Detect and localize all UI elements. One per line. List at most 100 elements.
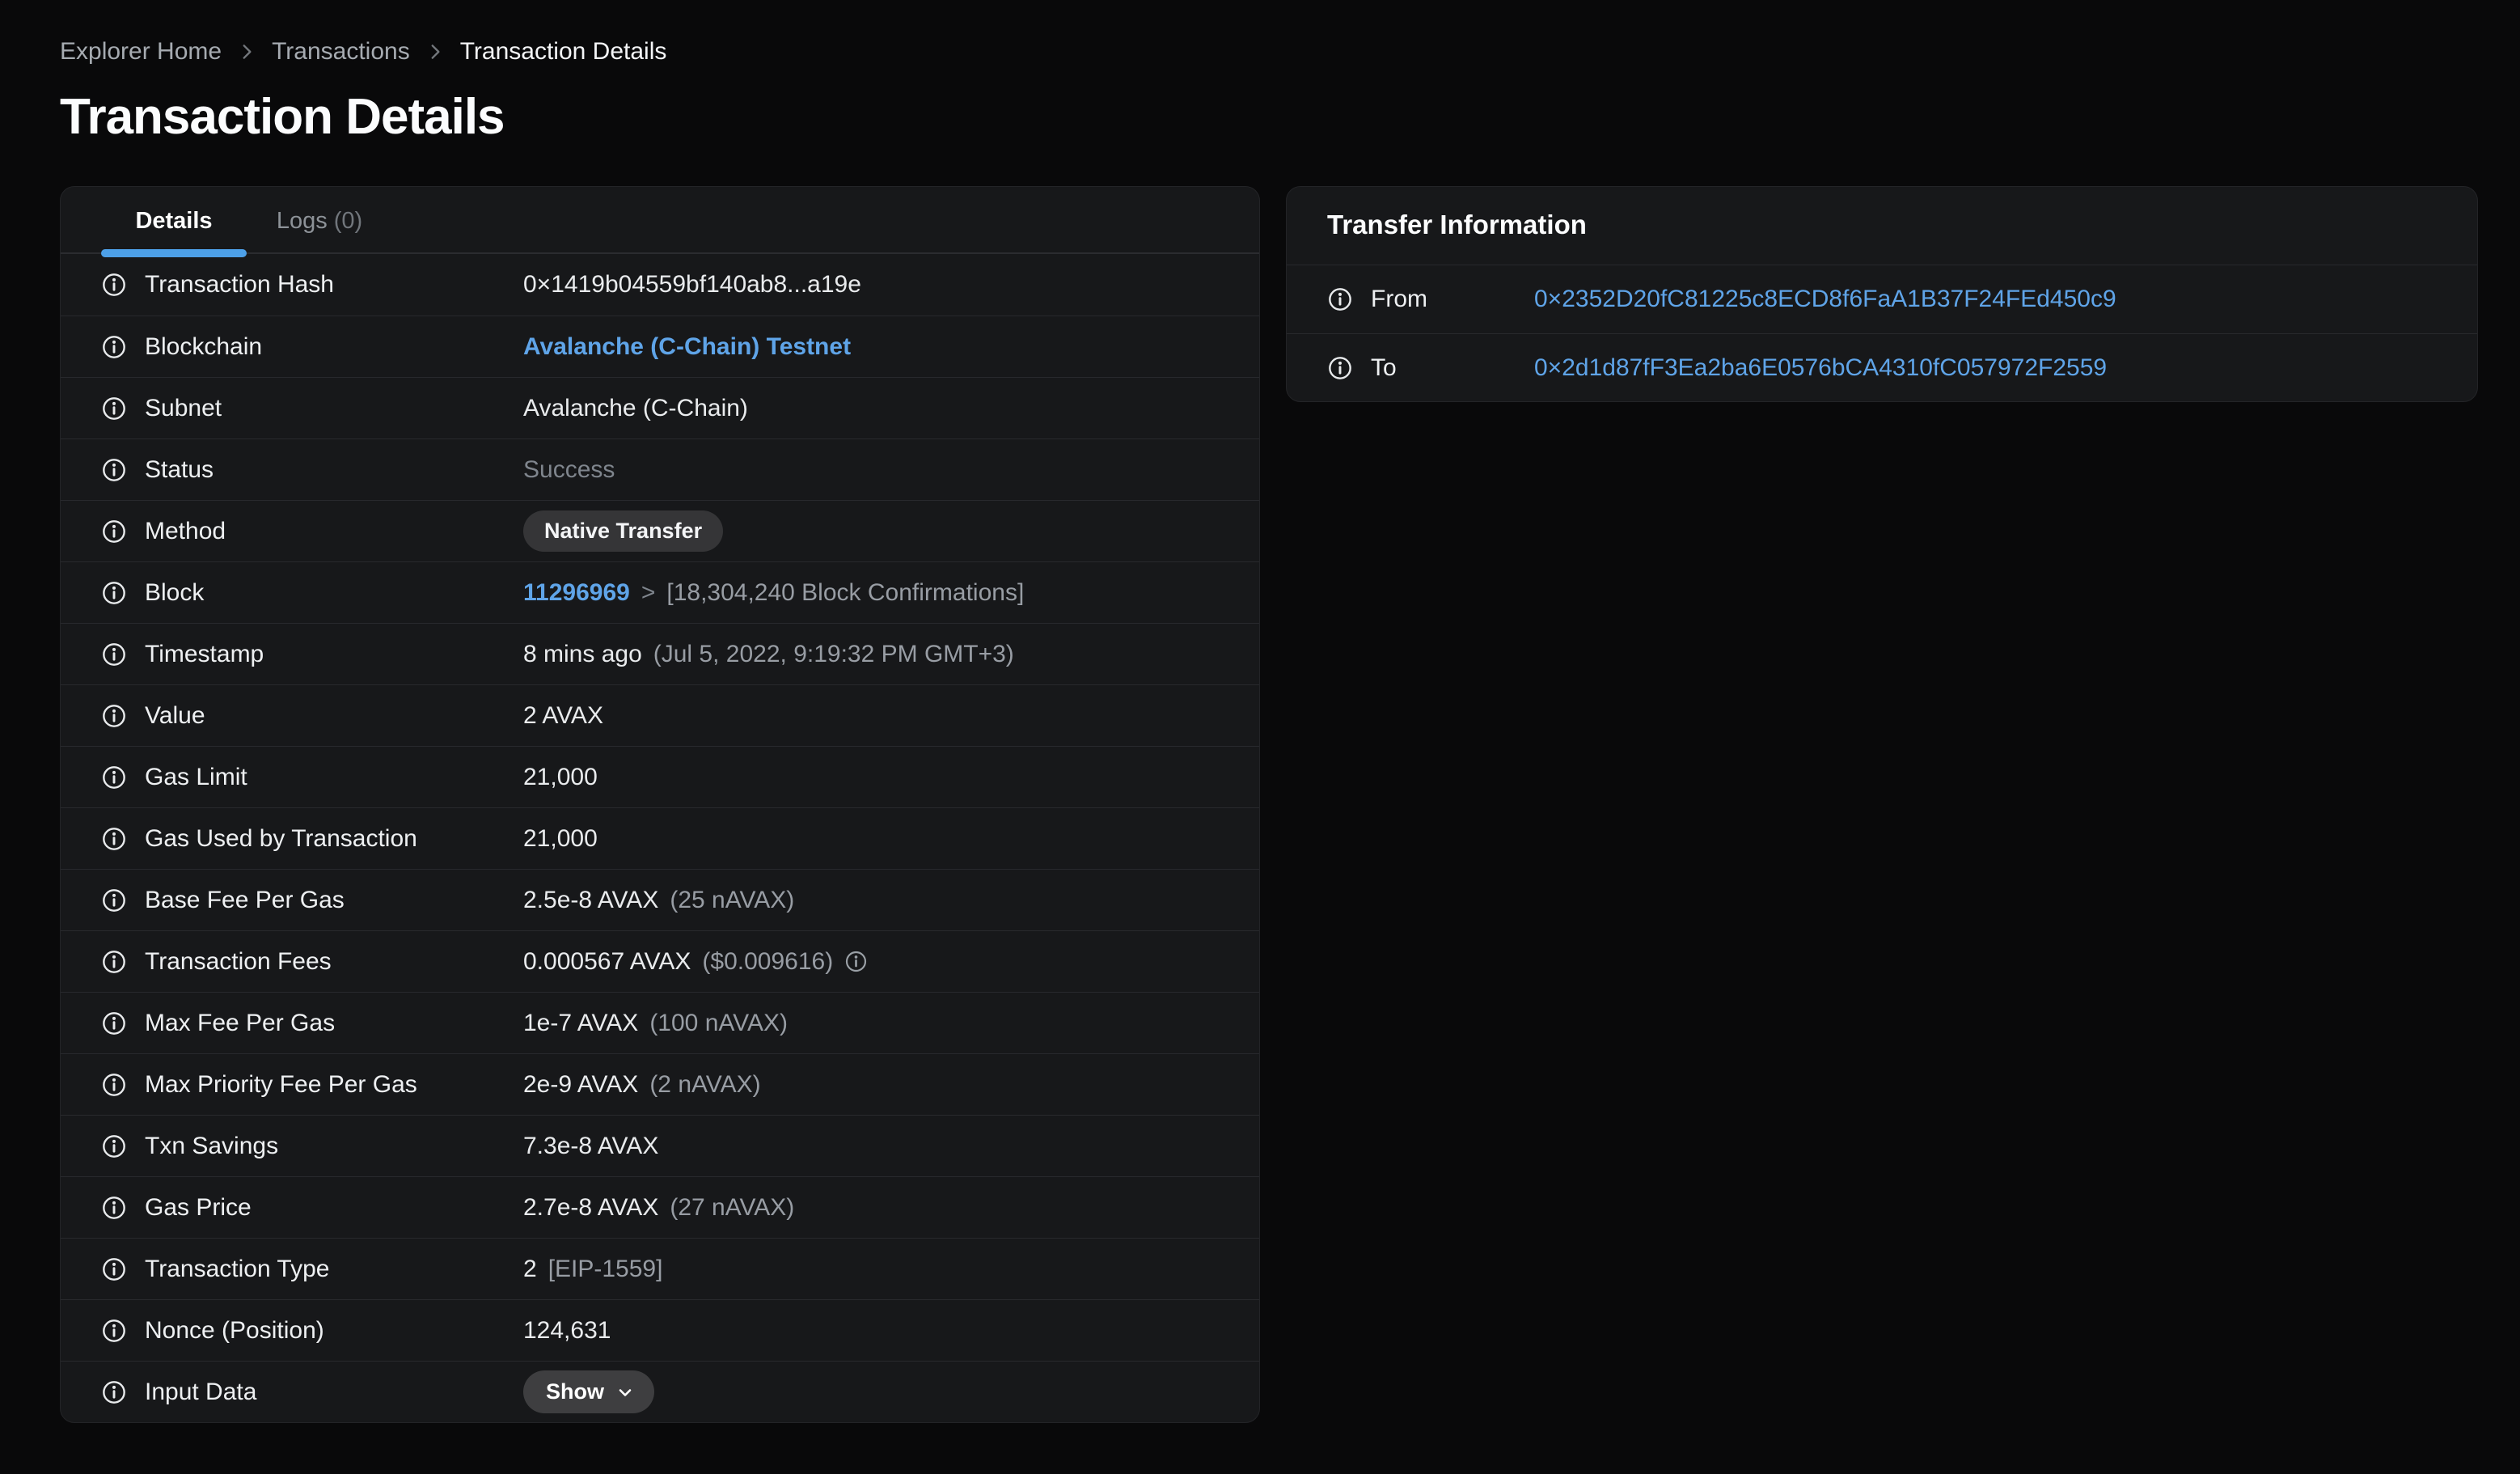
to-address-link[interactable]: 0×2d1d87fF3Ea2ba6E0576bCA4310fC057972F25… [1534,354,2107,382]
info-tooltip-icon[interactable] [101,1010,127,1036]
row-label: From [1327,286,1534,313]
details-card: Details Logs (0) Transaction Hash 0×1419b04… [60,186,1260,1423]
show-button[interactable]: Show [523,1370,654,1413]
info-tooltip-icon[interactable] [101,1072,127,1098]
info-tooltip-icon[interactable] [1327,286,1353,312]
info-tooltip-icon[interactable] [101,580,127,606]
row-label: Gas Price [101,1194,523,1222]
row-value: Native Transfer [523,510,724,552]
info-tooltip-icon[interactable] [101,1133,127,1159]
txn-savings-label: Txn Savings [145,1132,279,1159]
row-max-fee-per-gas: Max Fee Per Gas 1e-7 AVAX (100 nAVAX) [61,992,1259,1053]
row-transaction-hash: Transaction Hash 0×1419b04559bf140ab8...a… [61,254,1259,316]
breadcrumb-link-transactions[interactable]: Transactions [272,37,410,66]
row-status: Status Success [61,438,1259,500]
row-value: 7.3e-8 AVAX [523,1133,658,1160]
row-base-fee-per-gas: Base Fee Per Gas 2.5e-8 AVAX (25 nAVAX) [61,869,1259,930]
breadcrumb-current-transaction-details: Transaction Details [459,38,667,65]
method-label: Method [145,517,226,544]
row-label: Blockchain [101,333,523,361]
row-nonce-position: Nonce (Position) 124,631 [61,1299,1259,1361]
from-label: From [1371,286,1427,312]
row-method: Method Native Transfer [61,500,1259,561]
max-priority-fee-per-gas-subvalue: (2 nAVAX) [649,1070,761,1098]
row-label: Max Priority Fee Per Gas [101,1071,523,1099]
info-tooltip-icon[interactable] [101,334,127,360]
row-label: Transaction Type [101,1256,523,1283]
details-rows: Transaction Hash 0×1419b04559bf140ab8...a… [61,254,1259,1422]
transaction-type-value: 2 [523,1255,537,1282]
block-link[interactable]: 11296969 [523,579,630,607]
gas-price-subvalue: (27 nAVAX) [670,1193,795,1221]
info-tooltip-icon[interactable] [101,826,127,852]
fee-info-icon[interactable] [844,950,868,973]
row-label: Block [101,579,523,607]
gas-used-by-transaction-label: Gas Used by Transaction [145,824,417,852]
info-tooltip-icon[interactable] [101,519,127,544]
row-label: Timestamp [101,641,523,668]
info-tooltip-icon[interactable] [101,703,127,729]
page: Explorer Home Transactions Transaction Det… [0,0,2520,1423]
transaction-type-label: Transaction Type [145,1255,330,1282]
info-tooltip-icon[interactable] [101,396,127,421]
row-label: Method [101,518,523,545]
transfer-row-to: To 0×2d1d87fF3Ea2ba6E0576bCA4310fC057972F… [1287,333,2477,401]
row-blockchain: Blockchain Avalanche (C-Chain) Testnet [61,316,1259,377]
row-value: 0×2352D20fC81225c8ECD8f6FaA1B37F24FEd450… [1534,286,2116,313]
chevron-down-icon [615,1383,635,1402]
transaction-fees-value: 0.000567 AVAX [523,947,691,975]
transfer-information-title: Transfer Information [1287,187,2477,265]
nonce-position-value: 124,631 [523,1316,611,1344]
transfer-rows: From 0×2352D20fC81225c8ECD8f6FaA1B37F24FE… [1287,265,2477,401]
row-label: Txn Savings [101,1133,523,1160]
timestamp-value: 8 mins ago [523,640,642,667]
transaction-type-subvalue: [EIP-1559] [548,1255,663,1282]
info-tooltip-icon[interactable] [101,887,127,913]
from-address-link[interactable]: 0×2352D20fC81225c8ECD8f6FaA1B37F24FEd450… [1534,286,2116,313]
timestamp-label: Timestamp [145,640,264,667]
info-tooltip-icon[interactable] [101,1256,127,1282]
info-tooltip-icon[interactable] [101,765,127,790]
transaction-hash-label: Transaction Hash [145,271,334,298]
transfer-card: Transfer Information From 0×2352D20fC8122… [1286,186,2478,402]
show-button-label: Show [546,1379,604,1404]
transfer-row-from: From 0×2352D20fC81225c8ECD8f6FaA1B37F24FE… [1287,265,2477,333]
info-tooltip-icon[interactable] [101,1379,127,1405]
tab-details[interactable]: Details [101,187,247,257]
row-block: Block 11296969 > [18,304,240 Block Confirma… [61,561,1259,623]
row-value: 0.000567 AVAX ($0.009616) [523,948,868,976]
breadcrumb-link-explorer-home[interactable]: Explorer Home [60,37,222,66]
breadcrumb-chevron-icon [236,41,257,62]
info-tooltip-icon[interactable] [101,949,127,975]
max-fee-per-gas-subvalue: (100 nAVAX) [649,1009,788,1036]
gas-limit-label: Gas Limit [145,763,247,790]
blockchain-link[interactable]: Avalanche (C-Chain) Testnet [523,333,851,361]
transaction-hash-value: 0×1419b04559bf140ab8...a19e [523,271,861,298]
info-tooltip-icon[interactable] [101,1318,127,1344]
tab-bar: Details Logs (0) [61,187,1259,257]
info-tooltip-icon[interactable] [101,457,127,483]
row-value: 21,000 [523,764,598,791]
row-value: Value 2 AVAX [61,684,1259,746]
tab-logs[interactable]: Logs (0) [247,187,392,252]
row-value: 124,631 [523,1317,611,1345]
tab-label: Details [135,208,213,234]
to-label: To [1371,354,1397,381]
info-tooltip-icon[interactable] [101,1195,127,1221]
row-value: Success [523,456,615,484]
max-priority-fee-per-gas-value: 2e-9 AVAX [523,1070,639,1098]
max-fee-per-gas-value: 1e-7 AVAX [523,1009,639,1036]
max-fee-per-gas-label: Max Fee Per Gas [145,1009,336,1036]
row-value: 2e-9 AVAX (2 nAVAX) [523,1071,761,1099]
row-value: Avalanche (C-Chain) [523,395,748,422]
info-tooltip-icon[interactable] [101,272,127,298]
row-input-data: Input Data Show [61,1361,1259,1422]
info-tooltip-icon[interactable] [101,642,127,667]
info-tooltip-icon[interactable] [1327,355,1353,381]
tab-count-badge: (0) [333,208,363,234]
row-label: Gas Limit [101,764,523,791]
transaction-fees-label: Transaction Fees [145,947,332,975]
row-txn-savings: Txn Savings 7.3e-8 AVAX [61,1115,1259,1176]
txn-savings-value: 7.3e-8 AVAX [523,1132,659,1159]
row-value: Avalanche (C-Chain) Testnet [523,333,851,361]
